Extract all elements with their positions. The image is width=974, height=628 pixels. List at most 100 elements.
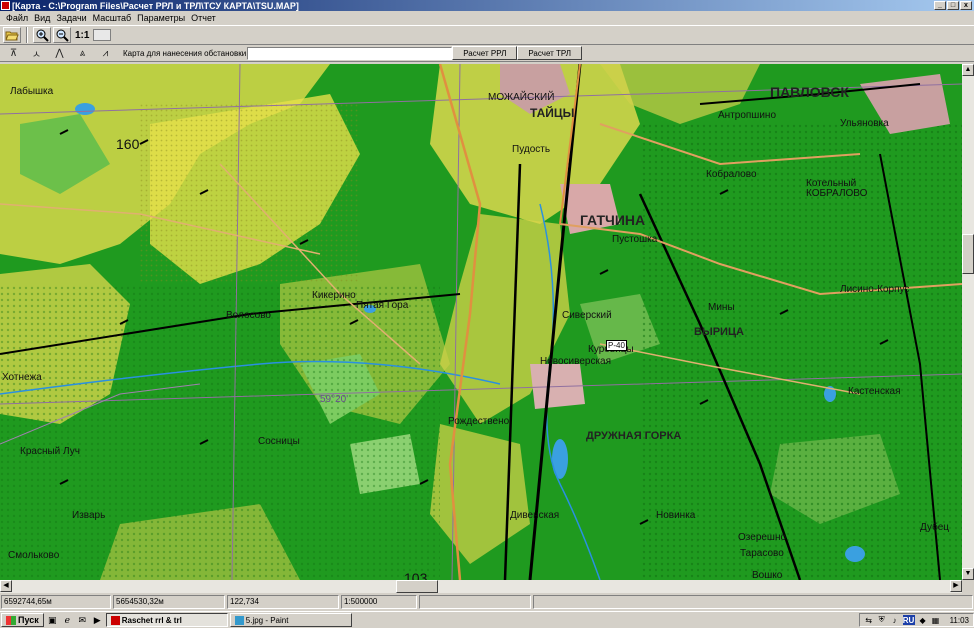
map-label-tarasovo: Тарасово <box>740 548 784 559</box>
window-title: [Карта - C:\Program Files\Расчет РРЛ и Т… <box>12 0 299 11</box>
map-label-103: 103 <box>404 570 428 580</box>
map-label-mozhaisky: МОЖАЙСКИЙ <box>488 92 555 103</box>
tactical-symbol-3-icon[interactable]: ⋀ <box>48 46 71 61</box>
map-label-kobralovo: Кобралово <box>706 169 757 180</box>
paint-icon <box>234 615 244 625</box>
map-label-labyshka: Лабышка <box>10 86 54 97</box>
map-label-miny: Мины <box>708 302 735 313</box>
overview-frame-icon[interactable] <box>93 29 112 41</box>
horizontal-scroll-thumb[interactable] <box>396 580 438 593</box>
map-label-voshko: Вошко <box>752 570 783 580</box>
map-label-kikerino: Кикерино <box>312 290 356 301</box>
tactical-symbol-4-icon[interactable]: ⩓ <box>71 46 94 61</box>
status-x-coordinate: 6592744,65м <box>1 595 111 609</box>
task-paint-label: 5.jpg - Paint <box>245 615 289 625</box>
scroll-up-arrow-icon[interactable]: ▲ <box>962 64 974 76</box>
zoom-in-icon[interactable] <box>33 27 51 43</box>
minimize-button[interactable]: _ <box>934 1 946 10</box>
tactical-symbol-2-icon[interactable]: ㅅ <box>25 46 48 61</box>
app-small-icon <box>110 615 120 625</box>
map-label-taitsy: ТАЙЦЫ <box>530 106 575 120</box>
status-empty-2 <box>533 595 973 609</box>
task-paint[interactable]: 5.jpg - Paint <box>229 613 352 627</box>
maximize-button[interactable]: □ <box>947 1 959 10</box>
map-label-pudost: Пудость <box>512 144 551 155</box>
tray-network-icon[interactable]: ⇆ <box>864 615 874 625</box>
close-button[interactable]: x <box>960 1 972 10</box>
map-label-siversky: Сиверский <box>562 310 612 321</box>
map-label-volosovo: Волосово <box>226 310 271 321</box>
tactical-symbol-5-icon[interactable]: ⩘ <box>94 46 117 61</box>
map-label-pustoshka: Пустошка <box>612 234 658 245</box>
tray-antivirus-icon[interactable]: ⛨ <box>877 615 887 625</box>
scale-one-to-one-button[interactable]: 1:1 <box>73 30 91 41</box>
folder-open-icon[interactable] <box>3 27 21 43</box>
horizontal-scrollbar[interactable]: ◀ ▶ <box>0 580 962 593</box>
map-label-izvar: Изварь <box>72 510 106 521</box>
scrollbar-corner <box>962 580 974 593</box>
map-label-kastenskaya: Кастенская <box>848 386 901 397</box>
map-label-krasny-luch: Красный Луч <box>20 446 80 457</box>
app-icon <box>1 1 10 10</box>
tactical-toolbar: ⊼ ㅅ ⋀ ⩓ ⩘ Карта для нанесения обстановки… <box>0 45 974 62</box>
title-bar: [Карта - C:\Program Files\Расчет РРЛ и Т… <box>0 0 974 11</box>
vertical-scroll-thumb[interactable] <box>962 234 974 274</box>
vertical-scrollbar[interactable]: ▲ ▼ <box>962 64 974 580</box>
map-label-pavlovsk: ПАВЛОВСК <box>770 84 849 100</box>
menu-parameters[interactable]: Параметры <box>134 13 188 23</box>
status-empty-1 <box>419 595 531 609</box>
quicklaunch-desktop-icon[interactable]: ▣ <box>46 614 59 626</box>
tray-monitor-icon[interactable]: ▦ <box>931 615 941 625</box>
map-label-ulyanovka: Ульяновка <box>840 118 889 129</box>
map-label-dubets: Дубец <box>920 522 950 533</box>
map-label-novosiverskaya: Новосиверская <box>540 356 612 367</box>
map-label-kobralovo-caps: КОБРАЛОВО <box>806 188 868 199</box>
map-label-latitude: 59°20' <box>320 394 349 405</box>
menu-bar: Файл Вид Задачи Масштаб Параметры Отчет <box>0 11 974 24</box>
map-input[interactable] <box>247 46 453 60</box>
rrl-calc-button[interactable]: Расчет РРЛ <box>452 46 518 60</box>
map-label-ozereshno: Озерешно <box>738 532 787 543</box>
tray-volume-icon[interactable]: ♪ <box>890 615 900 625</box>
menu-scale[interactable]: Масштаб <box>90 13 135 23</box>
map-label-rozhdestveno: Рождествено <box>448 416 510 427</box>
quicklaunch-media-icon[interactable]: ▶ <box>91 614 104 626</box>
status-scale: 1:500000 <box>341 595 417 609</box>
status-bar: 6592744,65м 5654530,32м 122,734 1:500000 <box>0 594 974 610</box>
scroll-right-arrow-icon[interactable]: ▶ <box>950 580 962 592</box>
menu-tasks[interactable]: Задачи <box>53 13 89 23</box>
map-label-divenskaya: Дивенская <box>510 510 560 521</box>
status-height-value: 122,734 <box>227 595 339 609</box>
map-label: Карта для нанесения обстановки <box>123 48 247 58</box>
map-label-druzhnaya-gorka: ДРУЖНАЯ ГОРКА <box>586 430 682 442</box>
zoom-out-icon[interactable] <box>53 27 71 43</box>
menu-view[interactable]: Вид <box>31 13 53 23</box>
menu-report[interactable]: Отчет <box>188 13 219 23</box>
start-button[interactable]: Пуск <box>1 613 44 627</box>
tray-shield-icon[interactable]: ◆ <box>918 615 928 625</box>
task-raschet-label: Raschet rrl & trl <box>121 615 182 625</box>
language-indicator[interactable]: RU <box>902 615 915 625</box>
map-label-khotnezha: Хотнежа <box>2 372 42 383</box>
quicklaunch-outlook-icon[interactable]: ✉ <box>76 614 89 626</box>
map-label-sosnitsy: Сосницы <box>258 436 300 447</box>
map-label-pyataya-gora: Пятая Гора <box>356 300 409 311</box>
task-raschet[interactable]: Raschet rrl & trl <box>105 613 228 627</box>
toolbar-separator <box>26 27 28 43</box>
system-tray: ⇆ ⛨ ♪ RU ◆ ▦ 11:03 <box>858 613 974 627</box>
map-canvas[interactable]: ПАВЛОВСК ГАТЧИНА 160 Лабышка МОЖАЙСКИЙ Т… <box>0 64 962 580</box>
map-label-kotelny: Котельный <box>806 178 857 189</box>
map-label-gatchina: ГАТЧИНА <box>580 212 646 228</box>
trl-calc-button[interactable]: Расчет ТРЛ <box>517 46 583 60</box>
main-toolbar: 1:1 <box>0 25 974 45</box>
quicklaunch-ie-icon[interactable]: ℯ <box>61 614 74 626</box>
scroll-down-arrow-icon[interactable]: ▼ <box>962 568 974 580</box>
clock: 11:03 <box>949 615 969 625</box>
windows-logo-icon <box>6 615 16 625</box>
status-y-coordinate: 5654530,32м <box>113 595 225 609</box>
map-label-vyritsa: ВЫРИЦА <box>694 326 744 338</box>
start-label: Пуск <box>18 615 39 625</box>
menu-file[interactable]: Файл <box>3 13 31 23</box>
tactical-symbol-1-icon[interactable]: ⊼ <box>2 46 25 61</box>
scroll-left-arrow-icon[interactable]: ◀ <box>0 580 12 592</box>
